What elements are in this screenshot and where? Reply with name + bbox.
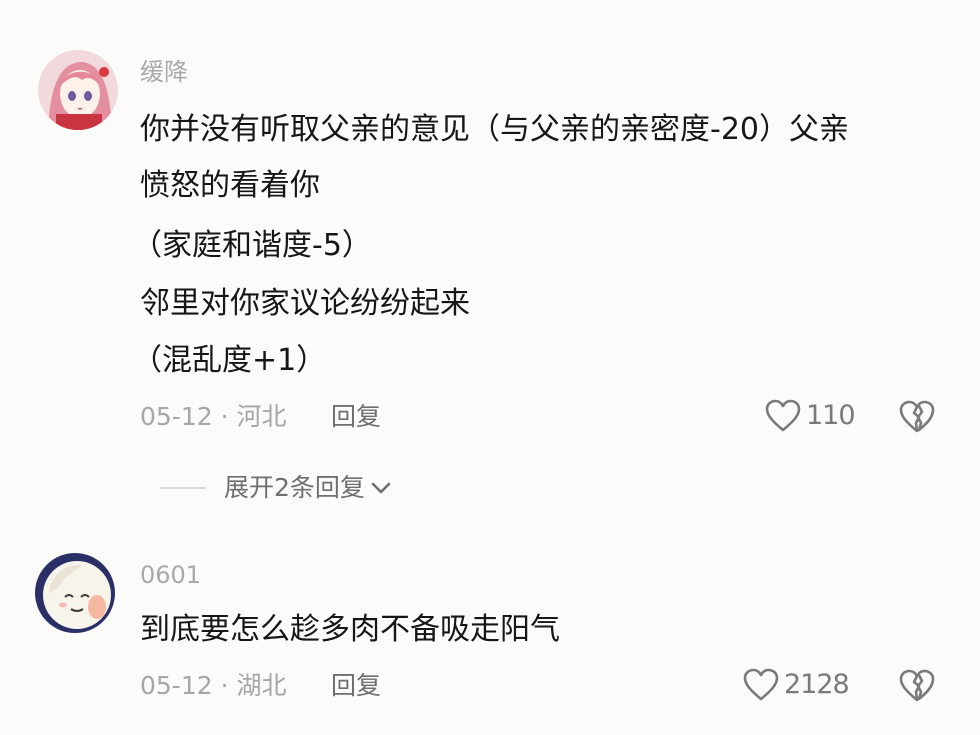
comment-text-line: （家庭和谐度-5） [132, 228, 372, 263]
comment-text-line: （混乱度+1） [132, 343, 327, 378]
expand-replies-label: 展开2条回复 [224, 473, 365, 502]
like-button[interactable]: 2128 [742, 667, 850, 703]
reply-button[interactable]: 回复 [331, 668, 381, 704]
broken-heart-icon [899, 669, 935, 702]
expand-replies-button[interactable]: 展开2条回复 [160, 470, 393, 506]
comment-meta: 05-12 · 湖北 [140, 671, 287, 700]
chevron-down-icon [371, 482, 391, 494]
comment-text-line: 愤怒的看着你 [140, 168, 320, 203]
divider [160, 487, 206, 489]
anime-girl-avatar-icon [38, 50, 118, 130]
comment-text-line: 邻里对你家议论纷纷起来 [140, 286, 470, 321]
comment-item: 0601 到底要怎么趁多肉不备吸走阳气 05-12 · 湖北 回复 2128 [0, 520, 980, 735]
heart-outline-icon [743, 668, 779, 701]
username[interactable]: 缓降 [140, 57, 188, 87]
comment-meta: 05-12 · 河北 [140, 402, 287, 431]
broken-heart-icon [899, 400, 935, 433]
like-count: 110 [806, 400, 856, 431]
cartoon-face-avatar-icon [35, 553, 115, 633]
reply-button[interactable]: 回复 [331, 399, 381, 435]
user-avatar[interactable] [35, 553, 115, 633]
dislike-button[interactable] [898, 399, 936, 439]
like-button[interactable]: 110 [764, 398, 856, 434]
user-avatar[interactable] [38, 50, 118, 130]
dislike-button[interactable] [898, 668, 936, 708]
comment-item: 缓降 你并没有听取父亲的意见（与父亲的亲密度-20）父亲 愤怒的看着你 （家庭和… [0, 0, 980, 520]
username[interactable]: 0601 [140, 560, 201, 590]
comment-text-line: 你并没有听取父亲的意见（与父亲的亲密度-20）父亲 [140, 112, 849, 147]
like-count: 2128 [784, 669, 850, 700]
heart-outline-icon [765, 399, 801, 432]
comment-text-line: 到底要怎么趁多肉不备吸走阳气 [140, 612, 560, 647]
